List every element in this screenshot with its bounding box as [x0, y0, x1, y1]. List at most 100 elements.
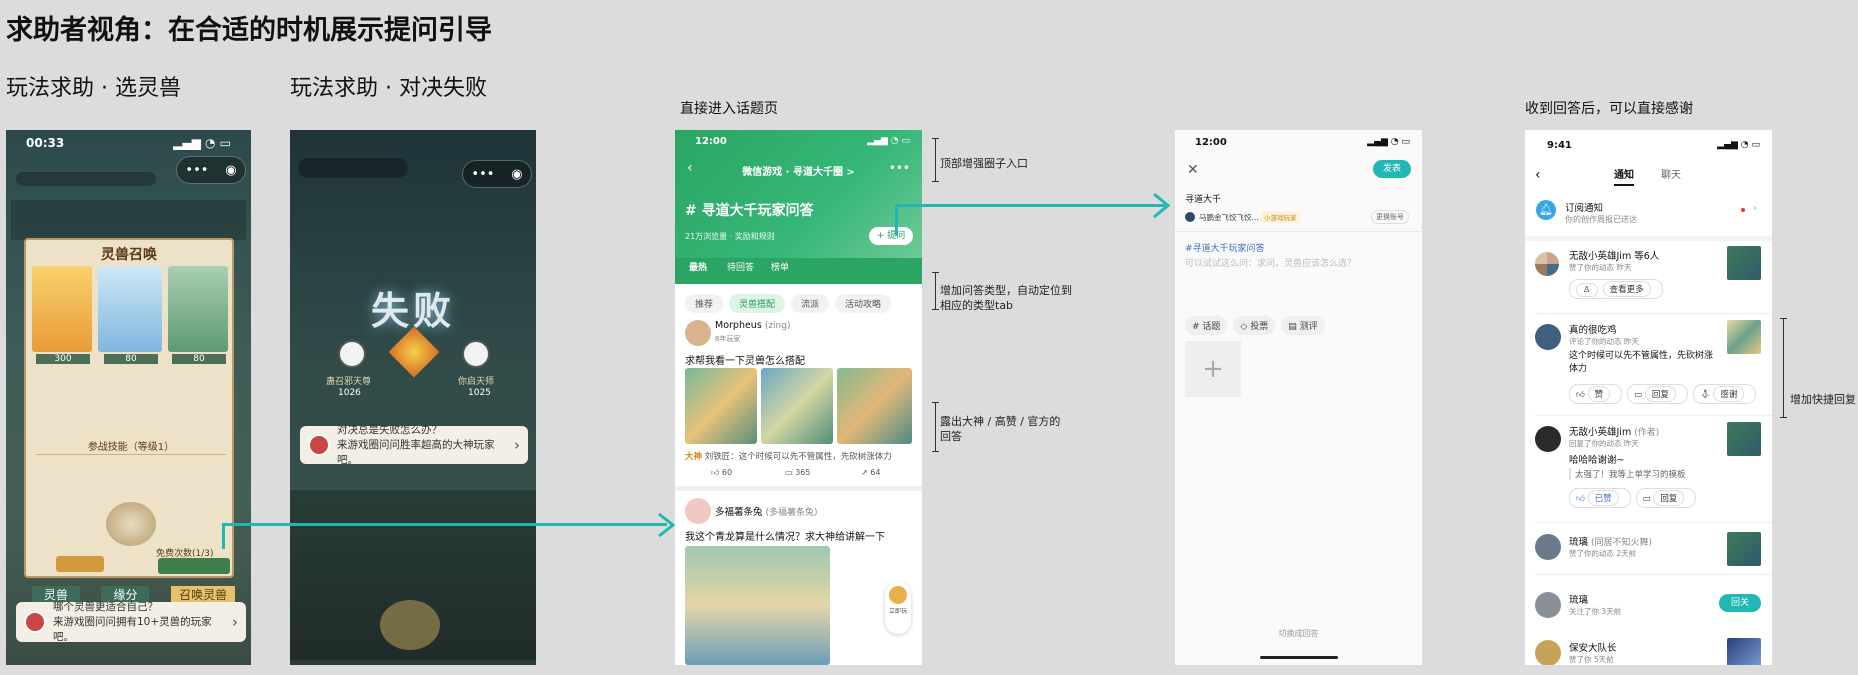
- tip-line2: 来游戏圈问问胜率超高的大神玩家吧。: [337, 438, 495, 466]
- notify-row-likes[interactable]: 无敌小英雄Jim 等6人 赞了你的动态 昨天 ♙ 查看更多: [1525, 246, 1772, 312]
- liker-avatar: [1535, 534, 1561, 560]
- post2-avatar[interactable]: [685, 498, 711, 524]
- tab-to-answer-label[interactable]: 待回答: [727, 260, 754, 273]
- category-pet-combo[interactable]: 灵兽搭配: [729, 294, 786, 313]
- see-more-button[interactable]: ♙ 查看更多: [1569, 279, 1663, 299]
- signal-icon: ▂▄▆ ◔ ▭: [1717, 140, 1760, 150]
- right-player-name: 你启天师: [458, 377, 495, 387]
- notify-row-follow[interactable]: 琉璃 关注了你 3天前 回关: [1525, 590, 1772, 626]
- subscription-title[interactable]: 订阅通知: [1565, 200, 1603, 214]
- publish-button[interactable]: 发表: [1373, 160, 1411, 178]
- left-player-avatar: [338, 340, 366, 368]
- notify-row-reply[interactable]: 无敌小英雄Jim (作者) 回复了你的动态 昨天 哈哈哈谢谢~ 太强了！我等上单…: [1525, 422, 1772, 518]
- battle-button[interactable]: [380, 600, 440, 650]
- reply-button[interactable]: ▭ 回复: [1635, 488, 1697, 508]
- topic-chip[interactable]: # 话题: [1185, 316, 1228, 335]
- notify-row-like-2[interactable]: 保安大队长 赞了你 5天前: [1525, 638, 1772, 665]
- pet-card-2[interactable]: [98, 266, 162, 352]
- chevron-right-icon: ›: [1753, 203, 1757, 214]
- connector-line: [222, 525, 225, 549]
- like-button[interactable]: 👍︎ 赞: [1569, 384, 1623, 404]
- notify-row-comment[interactable]: 真的很吃鸡 评论了你的动态 昨天 这个时候可以先不管属性，先砍树涨体力 👍︎ 赞…: [1525, 320, 1772, 404]
- post-thumbnail[interactable]: [1727, 532, 1761, 566]
- mini-program-capsule[interactable]: ••• ◉: [462, 160, 532, 188]
- question-input[interactable]: 可以试试这么问：求问，灵兽应该怎么选？: [1185, 256, 1356, 269]
- tip-line1: 对决总是失败怎么办？: [337, 423, 442, 436]
- player-info-bar: [298, 158, 408, 178]
- post2-image[interactable]: [685, 546, 830, 665]
- ask-guide-tip-select-pet[interactable]: 哪个灵兽更适合自己？ 来游戏圈问问拥有10+灵兽的玩家吧。 ›: [16, 600, 246, 643]
- ask-guide-tip-duel-fail[interactable]: 对决总是失败怎么办？ 来游戏圈问问胜率超高的大神玩家吧。 ›: [300, 423, 528, 466]
- unread-dot: [1741, 208, 1745, 212]
- post1-image-1[interactable]: [685, 368, 757, 444]
- topic-tag[interactable]: #寻道大千玩家问答: [1185, 241, 1265, 254]
- tab-notify[interactable]: 通知: [1614, 166, 1634, 186]
- liked-button[interactable]: 👍︎ 已赞: [1569, 488, 1631, 508]
- post1-avatar[interactable]: [685, 320, 711, 346]
- note-quick-reply: 增加快捷回复: [1790, 393, 1856, 406]
- close-icon[interactable]: ✕: [1187, 162, 1199, 178]
- more-icon[interactable]: •••: [185, 163, 208, 178]
- more-icon[interactable]: •••: [889, 161, 910, 175]
- back-icon[interactable]: ‹: [1535, 167, 1541, 183]
- tab-chat[interactable]: 聊天: [1661, 166, 1681, 181]
- user-avatar: [1185, 212, 1195, 222]
- row-action: 赞了你的动态: [1569, 549, 1614, 558]
- post1-image-3[interactable]: [837, 368, 912, 444]
- circle-name[interactable]: 寻道大千: [1185, 192, 1221, 205]
- close-target-icon[interactable]: ◉: [225, 163, 236, 178]
- divider: [1535, 574, 1772, 575]
- see-more-label: 查看更多: [1602, 281, 1651, 297]
- tip-line1: 哪个灵兽更适合自己？: [53, 600, 158, 613]
- pet-card-1[interactable]: [32, 266, 92, 352]
- pet-cost-1: 300: [36, 354, 90, 364]
- ask-button[interactable]: + 提问: [869, 227, 913, 245]
- play-now-float[interactable]: 立即玩: [885, 582, 911, 634]
- more-icon[interactable]: •••: [471, 167, 494, 182]
- post-thumbnail[interactable]: [1727, 422, 1761, 456]
- post-thumbnail[interactable]: [1727, 246, 1761, 280]
- topic-meta[interactable]: 21万浏览量 · 奖励和规则: [685, 231, 775, 242]
- chevron-right-icon: ›: [514, 435, 520, 454]
- mini-program-capsule[interactable]: ••• ◉: [176, 156, 246, 184]
- post-thumbnail[interactable]: [1727, 320, 1761, 354]
- status-time: 12:00: [1195, 137, 1227, 148]
- right-player-avatar: [462, 340, 490, 368]
- post1-image-2[interactable]: [761, 368, 833, 444]
- change-account-button[interactable]: 更换账号: [1371, 210, 1409, 224]
- category-school[interactable]: 流派: [791, 294, 830, 313]
- like-action[interactable]: 👍︎ 60: [711, 468, 732, 478]
- signal-icon: ▂▄▆ ◔ ▭: [1367, 137, 1410, 147]
- follow-back-button[interactable]: 回关: [1719, 594, 1761, 612]
- tab-bar: 最热 待回答 榜单: [675, 258, 922, 284]
- tab-ranking-label[interactable]: 榜单: [771, 260, 789, 273]
- tab-hot-label[interactable]: 最热: [689, 260, 707, 273]
- comment-action[interactable]: ▭ 365: [785, 468, 810, 477]
- post-thumbnail[interactable]: [1727, 638, 1761, 665]
- post1-sub: 8年玩家: [715, 335, 741, 343]
- add-image-button[interactable]: +: [1185, 341, 1241, 397]
- thanks-button[interactable]: 🙏︎ 感谢: [1692, 384, 1757, 404]
- reply-button[interactable]: ▭ 回复: [1627, 384, 1688, 404]
- switch-to-answer[interactable]: 切换成回答: [1175, 628, 1422, 639]
- review-chip[interactable]: ▤ 测评: [1281, 316, 1325, 335]
- featured-answer[interactable]: 大神 刘铁匠：这个时候可以先不管属性，先砍树涨体力: [685, 450, 892, 462]
- author-tag: (作者): [1634, 428, 1660, 438]
- notify-row-like[interactable]: 琉璃 (同居不知火舞) 赞了你的动态 2天前: [1525, 532, 1772, 576]
- note-question-type: 增加问答类型，自动定位到 相应的类型tab: [940, 283, 1072, 313]
- summon-once-button[interactable]: [56, 556, 104, 572]
- pet-card-3[interactable]: [168, 266, 228, 352]
- category-recommend[interactable]: 推荐: [685, 294, 724, 313]
- signal-icon: ▂▄▆ ◔ ▭: [173, 136, 231, 150]
- post1-author[interactable]: Morpheus (zing): [715, 320, 790, 331]
- share-action[interactable]: ↗ 64: [861, 468, 880, 477]
- post2-author[interactable]: 多福薯条兔 (多福薯条兔): [715, 504, 818, 518]
- close-target-icon[interactable]: ◉: [511, 167, 522, 182]
- vote-chip[interactable]: ◇ 投票: [1233, 316, 1276, 335]
- row-time: 3天前: [1601, 607, 1622, 616]
- circle-entry-title[interactable]: 微信游戏 · 寻道大千圈 >: [675, 163, 922, 178]
- user-badge: 小游戏玩家: [1261, 211, 1300, 223]
- game-screen-duel-fail: ••• ◉ 失败 蛊召邪天尊 1026 你启天师 1025 对决总是失败怎么办？来…: [290, 130, 536, 665]
- free-summon-button[interactable]: [158, 558, 230, 574]
- category-event-guide[interactable]: 活动攻略: [835, 294, 892, 313]
